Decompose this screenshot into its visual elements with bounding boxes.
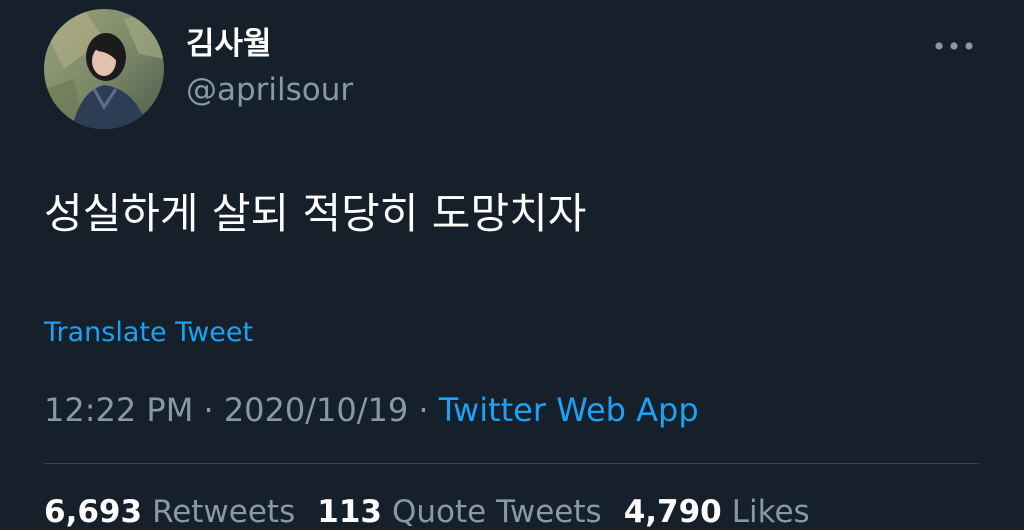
more-horizontal-icon <box>935 42 973 50</box>
meta-separator: · <box>203 391 224 429</box>
profile-photo-icon <box>44 9 164 129</box>
avatar[interactable] <box>44 9 164 129</box>
tweet-text: 성실하게 살되 적당히 도망치자 <box>44 189 587 238</box>
tweet-source-link[interactable]: Twitter Web App <box>439 391 699 429</box>
tweet-stats: 6,693 Retweets 113 Quote Tweets 4,790 Likes <box>44 490 832 530</box>
tweet-metadata: 12:22 PM · 2020/10/19 · Twitter Web App <box>44 388 699 432</box>
likes-label: Likes <box>731 494 810 530</box>
tweet-date[interactable]: 2020/10/19 <box>224 391 408 429</box>
quote-tweets-count: 113 <box>317 494 382 530</box>
meta-separator: · <box>418 391 439 429</box>
tweet-detail: 김사월 @aprilsour 성실하게 살되 적당히 도망치자 Translat… <box>0 0 1024 530</box>
retweets-label: Retweets <box>152 494 296 530</box>
quote-tweets-label: Quote Tweets <box>391 494 602 530</box>
retweets-count: 6,693 <box>44 494 143 530</box>
user-handle[interactable]: @aprilsour <box>186 70 353 110</box>
likes-stat[interactable]: 4,790 Likes <box>624 490 810 530</box>
more-options-button[interactable] <box>926 26 982 66</box>
quote-tweets-stat[interactable]: 113 Quote Tweets <box>317 490 601 530</box>
retweets-stat[interactable]: 6,693 Retweets <box>44 490 295 530</box>
translate-tweet-link[interactable]: Translate Tweet <box>44 315 253 351</box>
tweet-time[interactable]: 12:22 PM <box>44 391 193 429</box>
display-name[interactable]: 김사월 <box>186 24 272 64</box>
likes-count: 4,790 <box>623 494 722 530</box>
divider <box>44 463 979 464</box>
